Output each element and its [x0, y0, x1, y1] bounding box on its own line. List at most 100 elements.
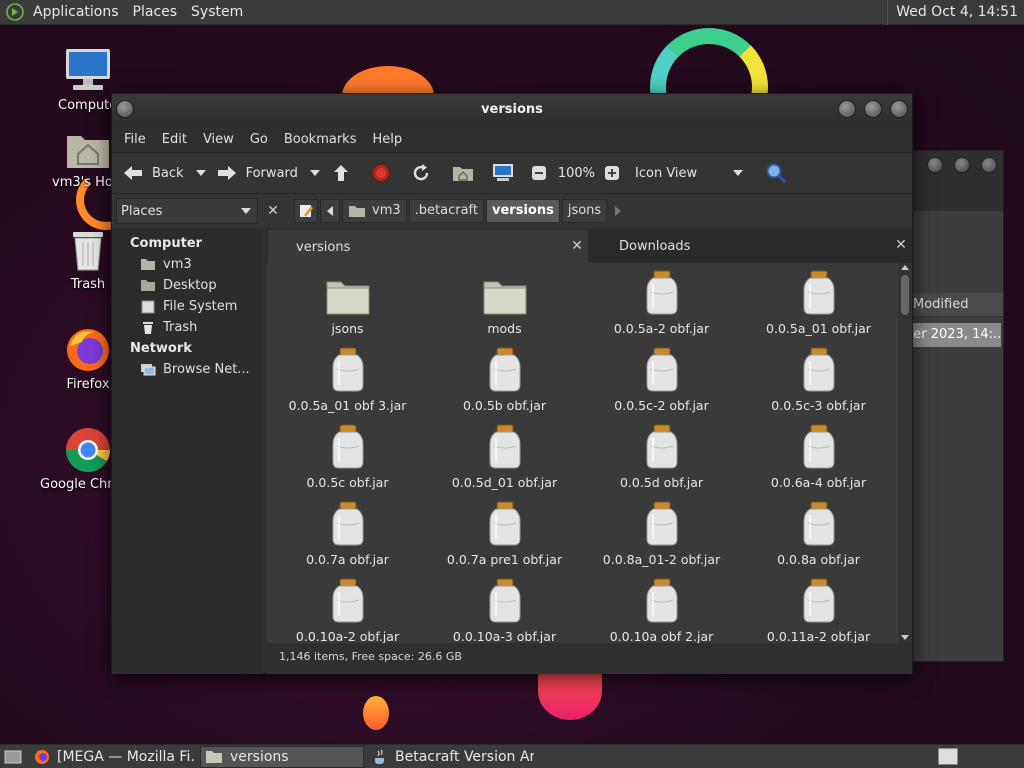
file-item[interactable]: 0.0.5a-2 obf.jar [583, 268, 740, 345]
file-name: mods [487, 321, 522, 336]
scroll-down-arrow[interactable] [901, 635, 909, 640]
window-menu-button[interactable] [116, 100, 134, 118]
menu-file[interactable]: File [116, 132, 154, 147]
maximize-button[interactable] [864, 100, 882, 118]
list-row[interactable]: ber 2023, 14:... [901, 323, 1001, 347]
menu-view[interactable]: View [195, 132, 242, 147]
file-item[interactable]: 0.0.8a_01-2 obf.jar [583, 499, 740, 576]
jar-file-icon [583, 576, 740, 624]
workspace-switcher[interactable] [938, 748, 958, 765]
forward-history-dropdown[interactable] [309, 170, 320, 176]
file-name: jsons [331, 321, 364, 336]
taskbar-item-betacraft[interactable]: Betacraft Version Ar... [368, 746, 534, 768]
file-item[interactable]: 0.0.5c-2 obf.jar [583, 345, 740, 422]
background-window-titlebar[interactable] [901, 151, 1003, 211]
icon-view[interactable]: jsons mods 0.0.5a-2 obf.jar 0.0.5a_01 obf.j… [267, 263, 912, 643]
file-item[interactable]: 0.0.10a obf 2.jar [583, 576, 740, 643]
file-item[interactable]: 0.0.5d_01 obf.jar [426, 422, 583, 499]
show-desktop-button[interactable] [0, 746, 26, 768]
computer-button[interactable] [490, 160, 516, 186]
file-item[interactable]: 0.0.11a-2 obf.jar [740, 576, 897, 643]
up-button[interactable] [328, 160, 354, 186]
close-tab-icon[interactable]: ✕ [570, 239, 584, 253]
zoom-in-button[interactable] [599, 160, 625, 186]
file-name: 0.0.10a-2 obf.jar [295, 629, 400, 643]
file-name: 0.0.5c-3 obf.jar [771, 398, 866, 413]
sidebar-item-filesystem[interactable]: File System [112, 296, 262, 317]
java-icon [372, 749, 388, 765]
sidebar-item-browse-network[interactable]: Browse Net... [112, 359, 262, 380]
view-mode-select[interactable]: Icon View [635, 166, 751, 181]
file-item[interactable]: 0.0.8a obf.jar [740, 499, 897, 576]
location-bar: Places ✕ vm3 .betacraft versions jsons [112, 194, 912, 228]
menu-edit[interactable]: Edit [154, 132, 195, 147]
file-item[interactable]: 0.0.6a-4 obf.jar [740, 422, 897, 499]
minimize-button[interactable] [927, 157, 943, 173]
vertical-scrollbar[interactable] [898, 263, 912, 643]
window-title: versions [481, 102, 543, 117]
file-item[interactable]: 0.0.7a pre1 obf.jar [426, 499, 583, 576]
column-header-modified[interactable]: Modified [901, 293, 1003, 317]
menu-help[interactable]: Help [364, 132, 410, 147]
breadcrumb-versions[interactable]: versions [486, 199, 560, 223]
reload-button[interactable] [408, 160, 434, 186]
file-item[interactable]: 0.0.5c-3 obf.jar [740, 345, 897, 422]
stop-icon [368, 160, 394, 186]
file-item[interactable]: 0.0.5c obf.jar [269, 422, 426, 499]
breadcrumb-back-arrow[interactable] [320, 199, 340, 223]
minimize-button[interactable] [838, 100, 856, 118]
menu-go[interactable]: Go [242, 132, 276, 147]
tab-versions[interactable]: versions ✕ [267, 229, 589, 263]
taskbar-item-firefox[interactable]: [MEGA — Mozilla Fi... [30, 746, 196, 768]
menu-bookmarks[interactable]: Bookmarks [276, 132, 365, 147]
jar-file-icon [740, 422, 897, 470]
file-item[interactable]: 0.0.5a_01 obf.jar [740, 268, 897, 345]
sidebar-header-computer: Computer [130, 236, 203, 251]
close-sidebar-button[interactable]: ✕ [264, 202, 282, 220]
breadcrumb-forward-arrow[interactable] [609, 206, 627, 216]
tab-downloads[interactable]: Downloads ✕ [589, 229, 912, 263]
folder-icon [205, 749, 223, 765]
home-button[interactable] [450, 160, 476, 186]
folder-item[interactable]: jsons [269, 268, 426, 345]
maximize-button[interactable] [954, 157, 970, 173]
file-item[interactable]: 0.0.10a-3 obf.jar [426, 576, 583, 643]
file-item[interactable]: 0.0.5d obf.jar [583, 422, 740, 499]
menu-places[interactable]: Places [126, 4, 185, 20]
file-item[interactable]: 0.0.7a obf.jar [269, 499, 426, 576]
close-button[interactable] [890, 100, 908, 118]
back-history-dropdown[interactable] [195, 170, 206, 176]
back-button[interactable]: Back [120, 160, 184, 186]
zoom-out-button[interactable] [526, 160, 552, 186]
breadcrumb-betacraft[interactable]: .betacraft [408, 199, 484, 223]
home-icon [140, 258, 156, 272]
taskbar-item-versions[interactable]: versions [200, 745, 364, 768]
sidebar-type-select[interactable]: Places [116, 198, 258, 224]
file-item[interactable]: 0.0.5b obf.jar [426, 345, 583, 422]
sidebar-item-vm3[interactable]: vm3 [112, 254, 262, 275]
sidebar-item-trash[interactable]: Trash [112, 317, 262, 338]
scrollbar-thumb[interactable] [901, 275, 909, 315]
search-button[interactable] [763, 160, 789, 186]
breadcrumb-vm3[interactable]: vm3 [342, 199, 407, 223]
close-button[interactable] [981, 157, 997, 173]
edit-location-button[interactable] [294, 199, 318, 223]
window-titlebar[interactable]: versions [112, 94, 912, 126]
clock[interactable]: Wed Oct 4, 14:51 [887, 0, 1018, 25]
file-item[interactable]: 0.0.5a_01 obf 3.jar [269, 345, 426, 422]
scroll-up-arrow[interactable] [901, 265, 909, 270]
jar-file-icon [269, 499, 426, 547]
folder-item[interactable]: mods [426, 268, 583, 345]
distro-logo-icon[interactable] [6, 3, 24, 21]
close-tab-icon[interactable]: ✕ [894, 238, 908, 252]
home-icon [450, 160, 476, 186]
stop-button[interactable] [368, 160, 394, 186]
menu-applications[interactable]: Applications [26, 4, 126, 20]
sidebar-item-desktop[interactable]: Desktop [112, 275, 262, 296]
file-item[interactable]: 0.0.10a-2 obf.jar [269, 576, 426, 643]
breadcrumb-jsons[interactable]: jsons [561, 199, 608, 223]
background-window[interactable]: Modified ber 2023, 14:... [900, 150, 1004, 662]
forward-button[interactable]: Forward [214, 160, 298, 186]
places-sidebar: Computer vm3 Desktop File System Trash N… [112, 229, 262, 674]
menu-system[interactable]: System [184, 4, 250, 20]
